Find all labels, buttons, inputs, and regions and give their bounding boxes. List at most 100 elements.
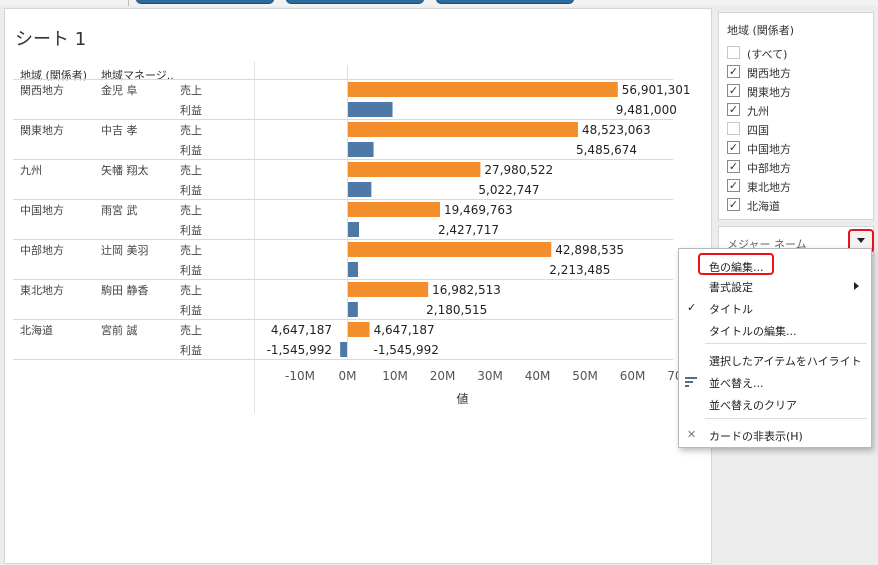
profit-bar — [347, 102, 393, 117]
measure-name-cell[interactable]: 利益 — [180, 102, 202, 118]
profit-bar — [347, 182, 372, 197]
data-label: 5,022,747 — [478, 183, 539, 197]
region-cell[interactable]: 中部地方 — [20, 242, 64, 258]
menu-item-hide-card[interactable]: ✕ カードの非表示(H) — [679, 425, 871, 445]
toolbar-tab-3[interactable] — [436, 0, 574, 4]
measure-name-cell[interactable]: 売上 — [180, 322, 202, 338]
menu-item-edit-colors[interactable]: 色の編集... — [679, 256, 871, 276]
region-cell[interactable]: 東北地方 — [20, 282, 64, 298]
x-tick-label: 50M — [572, 369, 598, 383]
manager-cell[interactable]: 矢幡 翔太 — [101, 162, 149, 178]
column-header-manager[interactable]: 地域マネージ.. — [101, 67, 174, 83]
filter-item-label: 関西地方 — [747, 67, 791, 80]
data-label: -1,545,992 — [374, 343, 439, 357]
menu-item-sort[interactable]: 並べ替え... — [679, 372, 871, 392]
sales-bar — [347, 282, 429, 297]
x-tick-label: 20M — [430, 369, 456, 383]
menu-item-edit-title[interactable]: タイトルの編集... — [679, 320, 871, 340]
sheet-title[interactable]: シート 1 — [15, 25, 86, 51]
axis-divider — [254, 61, 255, 413]
filter-title: 地域 (関係者) — [727, 24, 795, 37]
x-tick-label: -10M — [285, 369, 315, 383]
filter-item-label: 四国 — [747, 124, 769, 137]
submenu-arrow-icon — [854, 282, 859, 290]
data-label: 2,427,717 — [438, 223, 499, 237]
checkbox[interactable]: ✓ — [727, 65, 740, 78]
measure-name-cell[interactable]: 売上 — [180, 282, 202, 298]
filter-item-label: 東北地方 — [747, 181, 791, 194]
region-cell[interactable]: 北海道 — [20, 322, 53, 338]
toolbar-tab-1[interactable] — [136, 0, 274, 4]
row-divider — [13, 119, 673, 120]
menu-item-format[interactable]: 書式設定 — [679, 276, 871, 296]
checkbox[interactable]: ✓ — [727, 198, 740, 211]
row-divider — [13, 239, 673, 240]
checkbox[interactable]: ✓ — [727, 141, 740, 154]
menu-item-highlight-selected[interactable]: 選択したアイテムをハイライト — [679, 350, 871, 370]
profit-bar — [347, 222, 360, 237]
manager-cell[interactable]: 中吉 孝 — [101, 122, 138, 138]
toolbar-divider — [128, 0, 129, 6]
manager-cell[interactable]: 辻岡 美羽 — [101, 242, 149, 258]
menu-item-clear-sort[interactable]: 並べ替えのクリア — [679, 394, 871, 414]
measure-name-cell[interactable]: 利益 — [180, 182, 202, 198]
measure-name-cell[interactable]: 売上 — [180, 122, 202, 138]
toolbar-tab-2[interactable] — [286, 0, 424, 4]
profit-bar — [340, 342, 348, 357]
manager-cell[interactable]: 雨宮 武 — [101, 202, 138, 218]
data-label: 27,980,522 — [484, 163, 553, 177]
checkbox[interactable] — [727, 122, 740, 135]
checkbox[interactable] — [727, 46, 740, 59]
x-tick-label: 30M — [477, 369, 503, 383]
menu-separator — [705, 418, 867, 419]
sales-bar — [347, 322, 370, 337]
region-cell[interactable]: 関東地方 — [20, 122, 64, 138]
filter-item-label: 北海道 — [747, 200, 780, 213]
x-tick-label: 10M — [382, 369, 408, 383]
data-label: 19,469,763 — [444, 203, 513, 217]
manager-cell[interactable]: 金児 阜 — [101, 82, 138, 98]
sort-icon — [685, 377, 697, 387]
manager-cell[interactable]: 駒田 静香 — [101, 282, 149, 298]
region-cell[interactable]: 関西地方 — [20, 82, 64, 98]
header-divider — [13, 79, 673, 80]
row-divider — [13, 359, 673, 360]
measure-name-cell[interactable]: 利益 — [180, 302, 202, 318]
data-label: 48,523,063 — [582, 123, 651, 137]
measure-name-cell[interactable]: 利益 — [180, 262, 202, 278]
measure-name-cell[interactable]: 売上 — [180, 202, 202, 218]
measure-name-cell[interactable]: 売上 — [180, 242, 202, 258]
x-tick-label: 40M — [525, 369, 551, 383]
checkbox[interactable]: ✓ — [727, 103, 740, 116]
measure-name-cell[interactable]: 売上 — [180, 162, 202, 178]
region-filter-card: 地域 (関係者) (すべて) ✓ 関西地方 ✓ 関東地方 ✓ 九州 四国 ✓ 中国地方 ✓ 中部地方 ✓… — [718, 12, 874, 220]
measure-name-cell[interactable]: 利益 — [180, 142, 202, 158]
menu-item-title[interactable]: ✓ タイトル — [679, 298, 871, 318]
row-divider — [13, 279, 673, 280]
data-label: 56,901,301 — [622, 83, 691, 97]
menu-separator — [705, 343, 867, 344]
sales-bar — [347, 122, 578, 137]
checkbox[interactable]: ✓ — [727, 160, 740, 173]
region-cell[interactable]: 中国地方 — [20, 202, 64, 218]
filter-item-label: 中国地方 — [747, 143, 791, 156]
column-header-region[interactable]: 地域 (関係者) — [20, 67, 87, 83]
close-icon: ✕ — [687, 428, 697, 441]
row-divider — [13, 319, 673, 320]
region-cell[interactable]: 九州 — [20, 162, 42, 178]
manager-cell[interactable]: 宮前 誠 — [101, 322, 138, 338]
profit-bar — [347, 262, 359, 277]
measure-name-cell[interactable]: 利益 — [180, 222, 202, 238]
measure-name-cell[interactable]: 利益 — [180, 342, 202, 358]
checkbox[interactable]: ✓ — [727, 84, 740, 97]
filter-item-label: (すべて) — [747, 48, 788, 61]
x-tick-label: 0M — [339, 369, 357, 383]
chevron-down-icon — [857, 238, 865, 243]
checkbox[interactable]: ✓ — [727, 179, 740, 192]
measure-name-cell[interactable]: 売上 — [180, 82, 202, 98]
x-tick-label: 60M — [620, 369, 646, 383]
data-label: 4,647,187 — [374, 323, 435, 337]
data-label: 2,213,485 — [549, 263, 610, 277]
top-toolbar — [0, 0, 878, 6]
sales-bar — [347, 162, 481, 177]
